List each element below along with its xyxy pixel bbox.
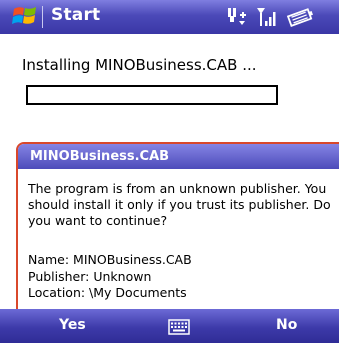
connectivity-icon[interactable] <box>226 6 250 28</box>
no-softkey[interactable]: No <box>276 317 297 333</box>
windows-logo-icon[interactable] <box>12 4 38 28</box>
install-progress-bar <box>26 85 278 105</box>
page-title[interactable]: Start <box>51 5 100 25</box>
keyboard-icon[interactable] <box>168 319 190 335</box>
dialog-details: Name: MINOBusiness.CAB Publisher: Unknow… <box>28 252 339 302</box>
dialog-name-line: Name: MINOBusiness.CAB <box>28 252 192 267</box>
dialog-message: The program is from an unknown publisher… <box>28 181 331 228</box>
battery-icon[interactable] <box>286 6 316 28</box>
yes-softkey[interactable]: Yes <box>59 317 86 333</box>
softkey-bar: Yes No <box>0 309 339 343</box>
install-status-text: Installing MINOBusiness.CAB ... <box>22 56 257 74</box>
title-separator <box>42 6 43 28</box>
dialog-publisher-line: Publisher: Unknown <box>28 268 152 284</box>
dialog-title: MINOBusiness.CAB <box>18 144 339 169</box>
security-warning-dialog: MINOBusiness.CAB The program is from an … <box>16 142 339 316</box>
signal-icon[interactable] <box>256 6 278 28</box>
main-content: Installing MINOBusiness.CAB ... MINOBusi… <box>0 34 339 316</box>
dialog-location-line: Location: \My Documents <box>28 285 187 300</box>
title-bar: Start <box>0 0 339 34</box>
